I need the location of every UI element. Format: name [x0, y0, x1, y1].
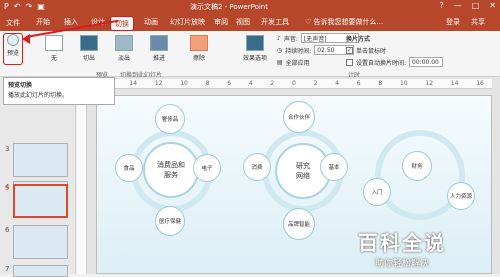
ruler-tick: 10 — [399, 80, 408, 87]
tab-animations[interactable]: 动画 — [144, 17, 158, 27]
close-button[interactable]: ✕ — [489, 1, 496, 10]
duration-field: ◷ 持续时间: 02.50 — [277, 45, 355, 55]
tab-review[interactable]: 审阅 — [214, 17, 228, 27]
transition-push[interactable]: 推进 — [145, 35, 173, 62]
transition-fade[interactable]: 淡出 — [110, 35, 138, 62]
help-icon[interactable]: ? — [439, 1, 443, 10]
thumb-number: 5 — [5, 184, 10, 192]
ruler-tick: 16 — [476, 80, 484, 87]
tab-slideshow[interactable]: 幻灯片放映 — [170, 17, 205, 27]
after-time-checkbox[interactable] — [346, 58, 353, 66]
ruler-tick: 6 — [356, 80, 361, 87]
satellite-circle[interactable]: 食品 — [115, 154, 143, 182]
ruler-tick: 4 — [335, 80, 340, 87]
slide-thumbnail-5[interactable] — [13, 184, 68, 218]
satellite-circle[interactable]: 人力资源 — [447, 182, 475, 210]
maximize-button[interactable]: □ — [472, 1, 480, 10]
cut-transition-icon — [80, 35, 98, 51]
satellite-circle[interactable]: 入门 — [363, 178, 391, 206]
satellite-circle[interactable]: 基本 — [320, 153, 348, 181]
ruler-tick: 12 — [154, 80, 163, 87]
login-link[interactable]: 登录 — [446, 17, 460, 27]
slide-thumbnail-panel: 3 4 5 6 7 — [0, 77, 76, 277]
transition-none[interactable]: 无 — [40, 35, 68, 62]
thumb-number: 7 — [5, 265, 10, 273]
tab-file[interactable]: 文件 — [0, 14, 26, 31]
ruler-tick: 14 — [450, 80, 459, 87]
vertical-ruler — [77, 89, 87, 274]
undo-icon[interactable]: ↶ — [14, 2, 21, 11]
window-title: 演示文稿2 - PowerPoint — [190, 3, 268, 11]
apply-all-button[interactable]: ▤ 全部应用 — [277, 57, 310, 67]
satellite-circle[interactable]: 消费 — [243, 153, 271, 181]
preview-button[interactable]: 预览 — [3, 33, 23, 65]
minimize-button[interactable]: — — [454, 1, 462, 10]
tell-me-search[interactable]: ♡ 告诉我您想要做什么... — [305, 17, 383, 27]
annotation-arrowhead — [22, 34, 30, 44]
redo-icon[interactable]: ↷ — [26, 2, 33, 11]
thumb-number: 6 — [5, 226, 10, 234]
satellite-circle[interactable]: 财务 — [402, 151, 432, 181]
ruler-tick: 2 — [313, 80, 318, 87]
effect-options-icon — [246, 35, 264, 51]
horizontal-ruler: 1614121086420246810121416 — [96, 79, 492, 89]
ruler-tick: 14 — [129, 80, 138, 87]
tab-view[interactable]: 视图 — [236, 17, 250, 27]
push-transition-icon — [150, 35, 168, 51]
transition-cut[interactable]: 切出 — [75, 35, 103, 62]
watermark-title: 百科全说 — [358, 231, 446, 255]
star-icon — [7, 34, 19, 46]
tooltip-body: 播放此幻灯片的切换。 — [8, 92, 69, 99]
apply-all-icon: ▤ — [277, 58, 283, 66]
window-controls: ? — □ ✕ — [439, 1, 496, 10]
ruler-tick: 8 — [205, 80, 210, 87]
ruler-tick: 0 — [292, 80, 296, 87]
wipe-transition-icon — [190, 35, 208, 51]
ruler-tick: 10 — [180, 80, 188, 87]
tab-developer[interactable]: 开发工具 — [261, 17, 289, 27]
sound-icon: ♪ — [277, 34, 281, 42]
center-circle-consumer[interactable]: 消费品和 服务 — [143, 142, 199, 198]
slide-thumbnail-6[interactable] — [13, 225, 68, 259]
effect-options-button[interactable]: 效果选项 — [238, 35, 272, 62]
ruler-tick: 6 — [227, 80, 232, 87]
ruler-tick: 2 — [270, 80, 275, 87]
ribbon-transitions: 预览 无 切出 淡出 推进 擦除 效果选项 ♪ 声音: [无声音] ◷ 持续时间… — [0, 31, 500, 77]
after-time-option: 设置自动换片时间: 00:00.00 — [346, 57, 444, 67]
ruler-tick: 12 — [425, 80, 434, 87]
watermark: 百科全说 助你轻松解决 — [332, 227, 472, 271]
tab-insert[interactable]: 插入 — [64, 17, 78, 27]
ruler-tick: 8 — [378, 80, 383, 87]
slide-thumbnail-7[interactable] — [13, 265, 68, 277]
fade-transition-icon — [115, 35, 133, 51]
ruler-tick: 4 — [248, 80, 253, 87]
none-icon — [45, 35, 63, 51]
after-time-input[interactable]: 00:00.00 — [409, 57, 444, 67]
tab-transitions[interactable]: 切换 — [110, 16, 134, 31]
watermark-subtitle: 助你轻松解决 — [374, 259, 429, 269]
tooltip-title: 预览切换 — [8, 82, 33, 89]
advance-slide-title: 换片方式 — [346, 35, 371, 43]
slide-thumbnail-3[interactable] — [13, 143, 68, 177]
preview-tooltip: 预览切换 播放此幻灯片的切换。 — [3, 77, 115, 105]
share-button[interactable]: 共享 — [471, 17, 485, 27]
on-click-checkbox[interactable]: ✓ — [346, 46, 353, 54]
clock-icon: ◷ — [277, 46, 283, 54]
on-click-option[interactable]: ✓ 单击鼠标时 — [346, 45, 386, 55]
start-slideshow-icon[interactable]: ▣ — [37, 2, 45, 11]
transition-wipe[interactable]: 擦除 — [185, 35, 213, 62]
tab-home[interactable]: 开始 — [36, 17, 50, 27]
satellite-circle[interactable]: 品牌智能 — [283, 208, 315, 240]
powerpoint-logo-icon: P — [4, 2, 9, 11]
thumb-number: 3 — [5, 145, 10, 153]
satellite-circle[interactable]: 奢侈品 — [155, 104, 185, 134]
satellite-circle[interactable]: 医疗保健 — [155, 206, 185, 236]
quick-access-toolbar: P ↶ ↷ ▣ — [4, 2, 45, 11]
satellite-circle[interactable]: 电子 — [193, 154, 221, 182]
satellite-circle[interactable]: 合作伙伴 — [283, 101, 315, 133]
